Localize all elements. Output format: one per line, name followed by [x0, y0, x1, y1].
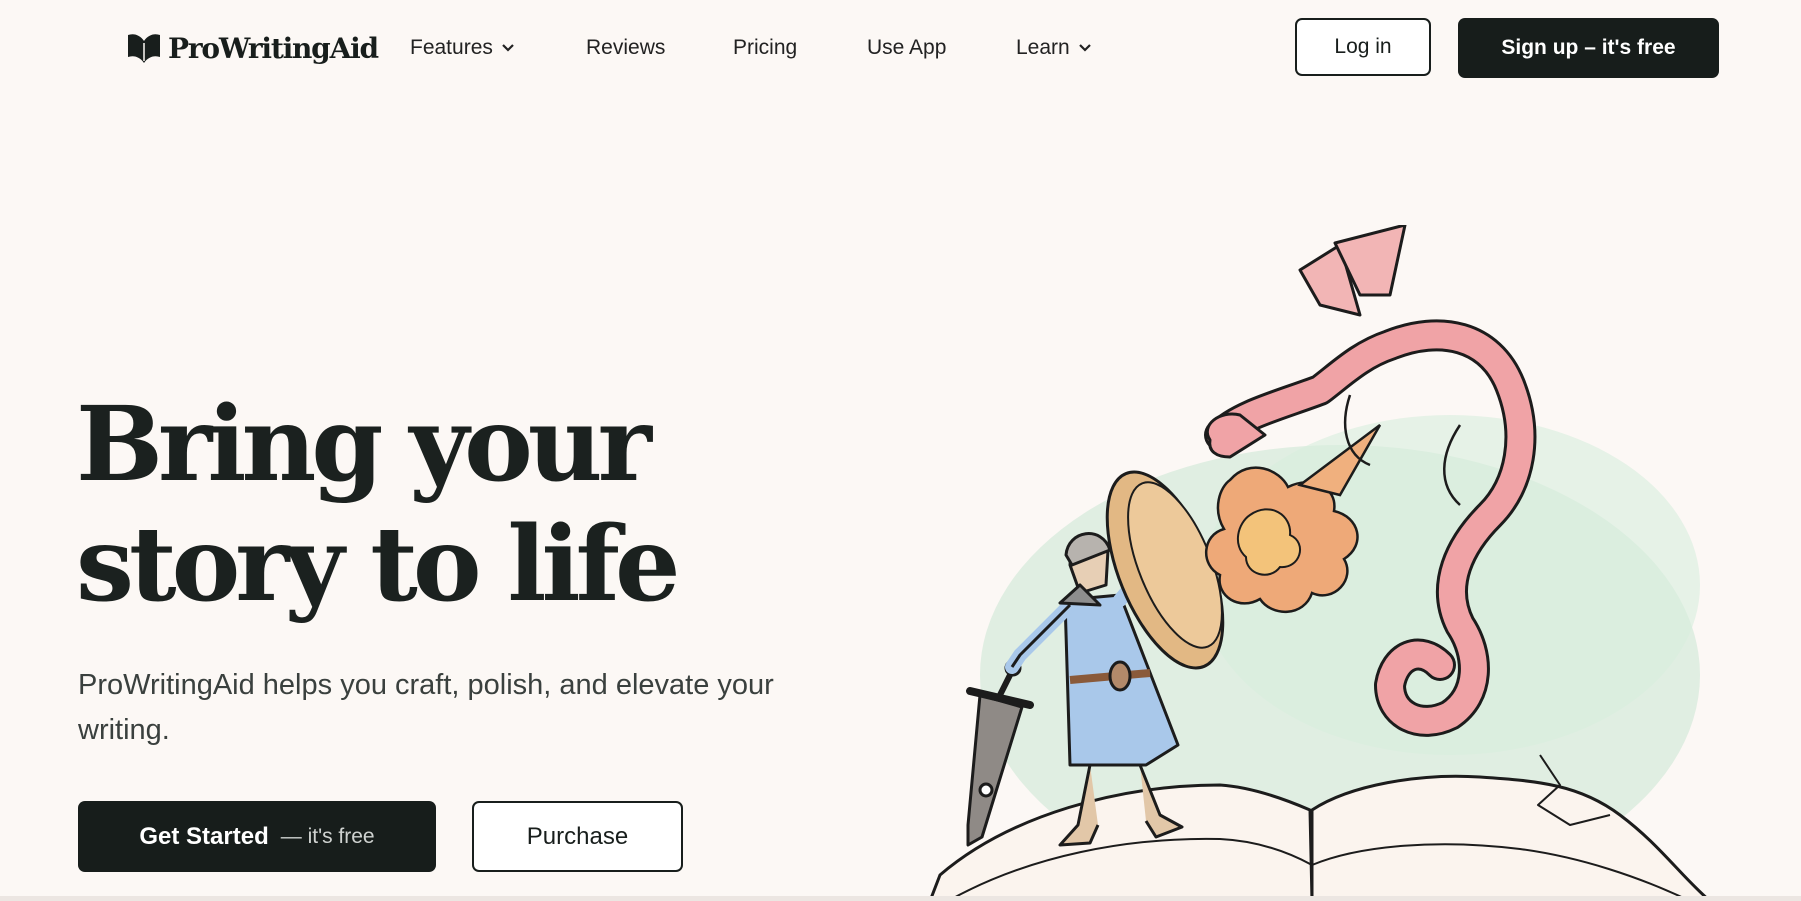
get-started-button[interactable]: Get Started — it's free [78, 801, 436, 872]
hero-illustration [928, 225, 1712, 901]
nav-pricing[interactable]: Pricing [733, 30, 797, 66]
page-divider [0, 896, 1801, 901]
nav-reviews[interactable]: Reviews [586, 30, 665, 66]
brand-name: ProWritingAid [168, 31, 379, 65]
hero-subtitle: ProWritingAid helps you craft, polish, a… [78, 669, 774, 746]
logo[interactable]: ProWritingAid [126, 28, 379, 68]
hero-title: Bring your story to life [76, 385, 796, 625]
chevron-down-icon [1078, 44, 1091, 52]
book-heart-icon [128, 34, 160, 63]
nav-use-app[interactable]: Use App [867, 30, 946, 66]
hero-title-line-1: Bring your [76, 384, 652, 505]
nav-learn-label: Learn [1016, 36, 1070, 59]
nav-pricing-label: Pricing [733, 36, 798, 59]
nav-features-label: Features [410, 36, 493, 59]
login-button[interactable]: Log in [1295, 18, 1431, 76]
signup-button[interactable]: Sign up – it's free [1458, 18, 1719, 78]
nav-features[interactable]: Features [410, 30, 515, 66]
nav-use-app-label: Use App [867, 36, 947, 59]
get-started-note: — it's free [280, 824, 375, 848]
nav-learn[interactable]: Learn [1016, 30, 1092, 66]
purchase-button[interactable]: Purchase [472, 801, 683, 872]
chevron-down-icon [502, 44, 514, 52]
hero-title-line-2: story to life [76, 504, 680, 625]
site-header: ProWritingAid Features Reviews Pricing U… [0, 0, 1801, 96]
get-started-label: Get Started [139, 822, 269, 850]
nav-reviews-label: Reviews [586, 36, 666, 59]
